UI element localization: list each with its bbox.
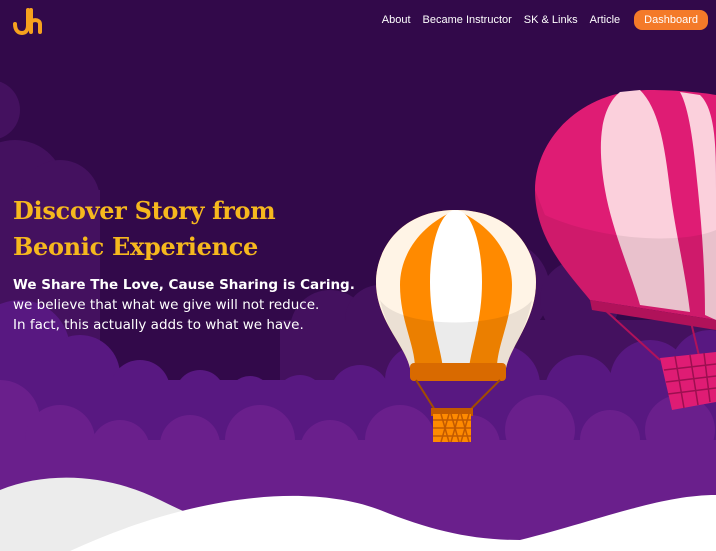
hero-title: Discover Story from Beonic Experience [13, 193, 373, 265]
nav-about[interactable]: About [382, 9, 411, 31]
hero-tagline: We Share The Love, Cause Sharing is Cari… [13, 277, 355, 293]
hero-text-line1: we believe that what we give will not re… [13, 297, 320, 313]
nav-sk-links[interactable]: SK & Links [524, 9, 578, 31]
hero-title-line2: Beonic Experience [13, 232, 259, 261]
hero-text-line2: In fact, this actually adds to what we h… [13, 317, 304, 333]
nav-article[interactable]: Article [590, 9, 621, 31]
hero-section: Discover Story from Beonic Experience We… [13, 193, 373, 335]
main-nav: About Became Instructor SK & Links Artic… [370, 9, 708, 31]
hero-title-line1: Discover Story from [13, 196, 276, 225]
dashboard-button[interactable]: Dashboard [634, 10, 708, 30]
nav-became-instructor[interactable]: Became Instructor [423, 9, 512, 31]
brand-logo[interactable] [12, 6, 44, 36]
